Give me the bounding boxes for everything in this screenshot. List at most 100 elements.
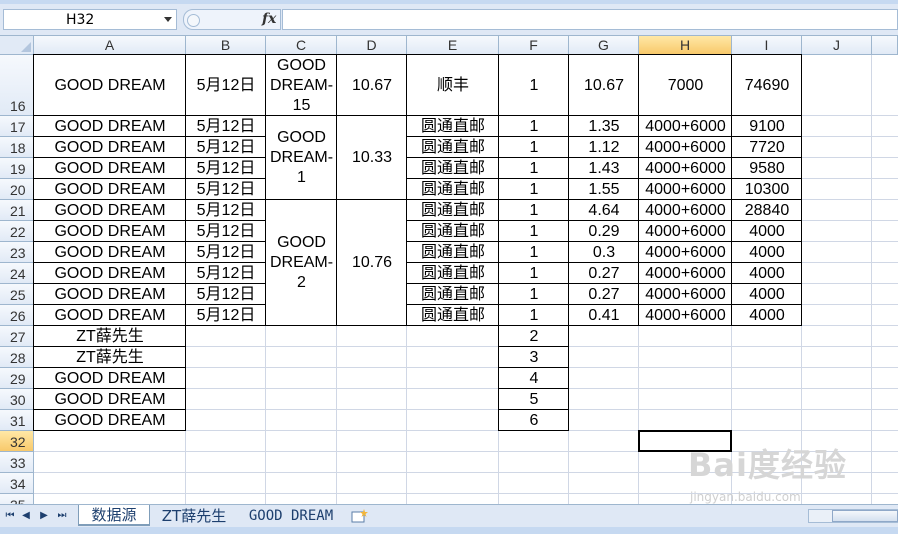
cell-b20[interactable]: 5月12日 — [186, 179, 266, 200]
chevron-down-icon[interactable] — [164, 17, 172, 22]
cell-i16[interactable]: 74690 — [732, 55, 802, 116]
cell-e25[interactable]: 圆通直邮 — [407, 284, 499, 305]
cell-e20[interactable]: 圆通直邮 — [407, 179, 499, 200]
row-header-26[interactable]: 26 — [0, 305, 34, 326]
sheet-tab-data-source[interactable]: 数据源 — [78, 505, 150, 526]
first-sheet-icon[interactable]: ⏮ — [4, 508, 16, 522]
cell-h20[interactable]: 4000+6000 — [639, 179, 732, 200]
cell-b23[interactable]: 5月12日 — [186, 242, 266, 263]
cell-a25[interactable]: GOOD DREAM — [34, 284, 186, 305]
merged-cell-d17-d20[interactable]: 10.33 — [337, 116, 407, 200]
cell-e16[interactable]: 顺丰 — [407, 55, 499, 116]
column-header-g[interactable]: G — [569, 36, 639, 55]
insert-function-icon[interactable]: fx — [262, 11, 276, 27]
cell-a23[interactable]: GOOD DREAM — [34, 242, 186, 263]
cell-a28[interactable]: ZT薛先生 — [34, 347, 186, 368]
cell-i24[interactable]: 4000 — [732, 263, 802, 284]
cell-e26[interactable]: 圆通直邮 — [407, 305, 499, 326]
sheet-tab-zt[interactable]: ZT薛先生 — [152, 505, 236, 526]
merged-cell-c21-c26[interactable]: GOOD DREAM-2 — [266, 200, 337, 326]
next-sheet-icon[interactable]: ▶ — [38, 508, 50, 522]
cell-a24[interactable]: GOOD DREAM — [34, 263, 186, 284]
column-header-f[interactable]: F — [499, 36, 569, 55]
cell-g24[interactable]: 0.27 — [569, 263, 639, 284]
cell-d16[interactable]: 10.67 — [337, 55, 407, 116]
cell-i26[interactable]: 4000 — [732, 305, 802, 326]
row-header-27[interactable]: 27 — [0, 326, 34, 347]
cell-i23[interactable]: 4000 — [732, 242, 802, 263]
cell-g26[interactable]: 0.41 — [569, 305, 639, 326]
cell-c16[interactable]: GOOD DREAM-15 — [266, 55, 337, 116]
cell-g17[interactable]: 1.35 — [569, 116, 639, 137]
cell-f30[interactable]: 5 — [499, 389, 569, 410]
cell-i25[interactable]: 4000 — [732, 284, 802, 305]
cell-g21[interactable]: 4.64 — [569, 200, 639, 221]
cell-b17[interactable]: 5月12日 — [186, 116, 266, 137]
row-header-16[interactable]: 16 — [0, 55, 34, 116]
cell-a30[interactable]: GOOD DREAM — [34, 389, 186, 410]
cell-g25[interactable]: 0.27 — [569, 284, 639, 305]
cell-a20[interactable]: GOOD DREAM — [34, 179, 186, 200]
cell-f29[interactable]: 4 — [499, 368, 569, 389]
resize-handle-icon[interactable] — [187, 14, 200, 27]
cell-f21[interactable]: 1 — [499, 200, 569, 221]
column-header-c[interactable]: C — [266, 36, 337, 55]
row-header-35[interactable]: 35 — [0, 494, 34, 504]
cell-b22[interactable]: 5月12日 — [186, 221, 266, 242]
cell-i19[interactable]: 9580 — [732, 158, 802, 179]
cell-b19[interactable]: 5月12日 — [186, 158, 266, 179]
name-box[interactable]: H32 — [3, 9, 177, 30]
cell-e23[interactable]: 圆通直邮 — [407, 242, 499, 263]
cell-f23[interactable]: 1 — [499, 242, 569, 263]
row-header-33[interactable]: 33 — [0, 452, 34, 473]
row-header-20[interactable]: 20 — [0, 179, 34, 200]
cell-f22[interactable]: 1 — [499, 221, 569, 242]
cell-f18[interactable]: 1 — [499, 137, 569, 158]
row-header-25[interactable]: 25 — [0, 284, 34, 305]
row-header-21[interactable]: 21 — [0, 200, 34, 221]
cell-i21[interactable]: 28840 — [732, 200, 802, 221]
spreadsheet-grid[interactable]: A B C D E F G H I J 16 17 18 19 20 21 22 23 24 25 26 27 28 29 30… — [0, 36, 898, 504]
cell-f20[interactable]: 1 — [499, 179, 569, 200]
cell-g19[interactable]: 1.43 — [569, 158, 639, 179]
row-header-18[interactable]: 18 — [0, 137, 34, 158]
cell-h16[interactable]: 7000 — [639, 55, 732, 116]
cell-e22[interactable]: 圆通直邮 — [407, 221, 499, 242]
row-header-22[interactable]: 22 — [0, 221, 34, 242]
cell-a22[interactable]: GOOD DREAM — [34, 221, 186, 242]
column-header-d[interactable]: D — [337, 36, 407, 55]
cell-a18[interactable]: GOOD DREAM — [34, 137, 186, 158]
cell-h19[interactable]: 4000+6000 — [639, 158, 732, 179]
cell-h22[interactable]: 4000+6000 — [639, 221, 732, 242]
column-header-e[interactable]: E — [407, 36, 499, 55]
cell-f26[interactable]: 1 — [499, 305, 569, 326]
row-header-17[interactable]: 17 — [0, 116, 34, 137]
cell-e21[interactable]: 圆通直邮 — [407, 200, 499, 221]
cell-f27[interactable]: 2 — [499, 326, 569, 347]
cell-f17[interactable]: 1 — [499, 116, 569, 137]
formula-input[interactable] — [282, 9, 898, 30]
cell-e19[interactable]: 圆通直邮 — [407, 158, 499, 179]
cell-f19[interactable]: 1 — [499, 158, 569, 179]
cell-e17[interactable]: 圆通直邮 — [407, 116, 499, 137]
column-header-a[interactable]: A — [34, 36, 186, 55]
cell-f16[interactable]: 1 — [499, 55, 569, 116]
cell-g20[interactable]: 1.55 — [569, 179, 639, 200]
cell-i20[interactable]: 10300 — [732, 179, 802, 200]
merged-cell-c17-c20[interactable]: GOOD DREAM-1 — [266, 116, 337, 200]
cell-f24[interactable]: 1 — [499, 263, 569, 284]
insert-sheet-icon[interactable] — [346, 505, 374, 526]
cell-i17[interactable]: 9100 — [732, 116, 802, 137]
cell-f31[interactable]: 6 — [499, 410, 569, 431]
column-header-j[interactable]: J — [802, 36, 872, 55]
column-header-i[interactable]: I — [732, 36, 802, 55]
cell-a31[interactable]: GOOD DREAM — [34, 410, 186, 431]
cell-h17[interactable]: 4000+6000 — [639, 116, 732, 137]
last-sheet-icon[interactable]: ⏭ — [56, 508, 68, 522]
row-header-34[interactable]: 34 — [0, 473, 34, 494]
cell-e24[interactable]: 圆通直邮 — [407, 263, 499, 284]
select-all-corner[interactable] — [0, 36, 34, 55]
cell-a29[interactable]: GOOD DREAM — [34, 368, 186, 389]
cell-g18[interactable]: 1.12 — [569, 137, 639, 158]
cell-a26[interactable]: GOOD DREAM — [34, 305, 186, 326]
